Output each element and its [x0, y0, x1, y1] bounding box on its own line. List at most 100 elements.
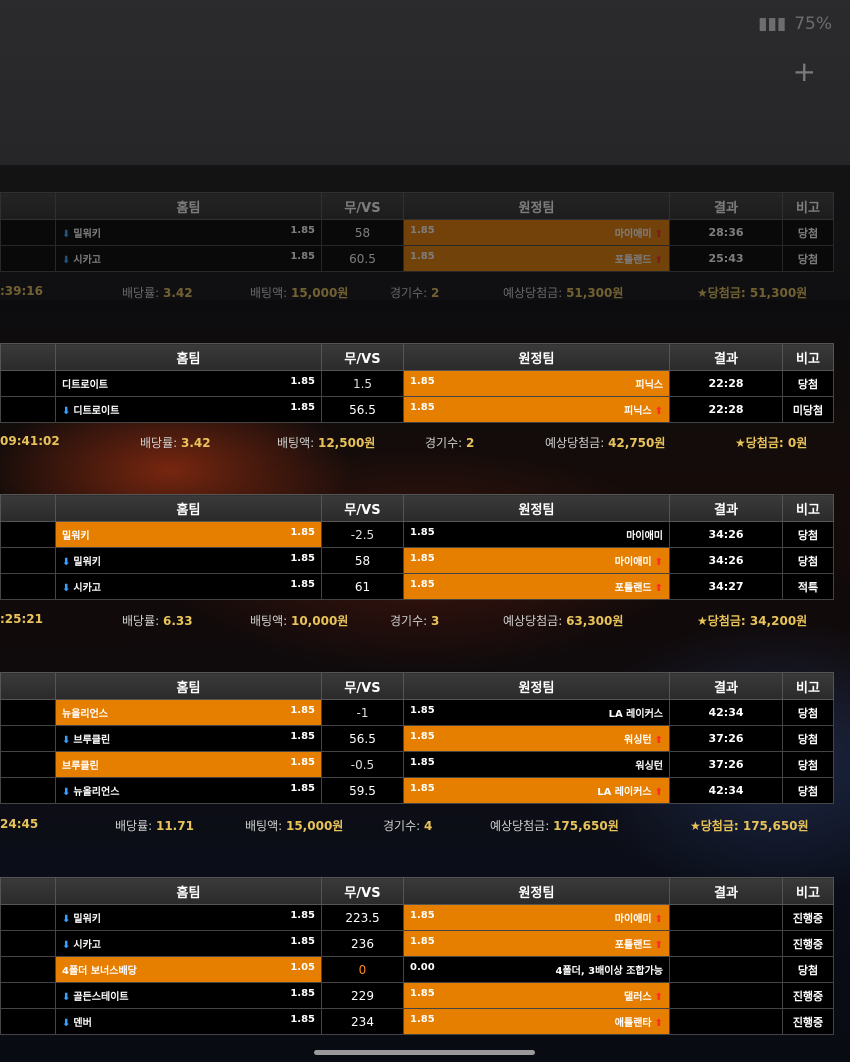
home-team-cell[interactable]: ⬇ 밀워키 1.85: [55, 904, 322, 931]
bet-row[interactable]: ⬇ 시카고 1.85 236 1.85 포틀랜드 ⬆ 진행중: [0, 930, 834, 957]
home-team-cell[interactable]: 뉴올리언스 1.85: [55, 699, 322, 726]
bet-row[interactable]: 디트로이트 1.85 1.5 1.85 피닉스 22:28 당첨: [0, 370, 834, 397]
away-team-cell[interactable]: 1.85 마이애미 ⬆: [403, 904, 670, 931]
odds-total-label: 배당률:: [122, 614, 163, 628]
home-team-name: 디트로이트: [62, 380, 108, 391]
away-odds: 1.85: [410, 225, 435, 236]
score-cell: [669, 904, 783, 931]
bet-row[interactable]: ⬇ 시카고 1.85 60.5 1.85 포틀랜드 ⬆ 25:43 당첨: [0, 245, 834, 272]
away-team-cell[interactable]: 1.85 피닉스: [403, 370, 670, 397]
header-vs: 무/VS: [321, 494, 404, 522]
vs-cell[interactable]: 59.5: [321, 777, 404, 804]
add-icon[interactable]: +: [793, 55, 816, 88]
home-odds: 1.85: [290, 783, 315, 794]
header-result: 결과: [669, 192, 783, 220]
home-odds: 1.85: [290, 225, 315, 236]
home-team-name: ⬇ 밀워키: [62, 229, 101, 240]
status-bar: ▮▮▮ 75%: [758, 14, 832, 34]
home-team-cell[interactable]: ⬇ 시카고 1.85: [55, 245, 322, 272]
home-team-cell[interactable]: ⬇ 디트로이트 1.85: [55, 396, 322, 423]
home-team-cell[interactable]: ⬇ 밀워키 1.85: [55, 547, 322, 574]
vs-cell[interactable]: 56.5: [321, 725, 404, 752]
bet-table: 홈팀 무/VS 원정팀 결과 비고 디트로이트 1.85 1.5 1.85 피닉스 22:28 당첨 ⬇…: [0, 343, 834, 423]
away-team-cell[interactable]: 1.85 애틀랜타 ⬆: [403, 1008, 670, 1035]
away-team-cell[interactable]: 1.85 마이애미 ⬆: [403, 547, 670, 574]
table-header-row: 홈팀 무/VS 원정팀 결과 비고: [0, 877, 834, 905]
home-odds: 1.85: [290, 402, 315, 413]
home-team-cell[interactable]: 디트로이트 1.85: [55, 370, 322, 397]
vs-cell[interactable]: 1.5: [321, 370, 404, 397]
bet-row[interactable]: ⬇ 디트로이트 1.85 56.5 1.85 피닉스 ⬆ 22:28 미당첨: [0, 396, 834, 423]
bet-slip: 홈팀 무/VS 원정팀 결과 비고 밀워키 1.85 -2.5 1.85 마이애미 34:26 당첨 ⬇…: [0, 494, 834, 600]
home-team-cell[interactable]: 밀워키 1.85: [55, 521, 322, 548]
score-cell: 37:26: [669, 751, 783, 778]
away-odds: 1.85: [410, 553, 435, 564]
bet-row[interactable]: ⬇ 덴버 1.85 234 1.85 애틀랜타 ⬆ 진행중: [0, 1008, 834, 1035]
bet-row[interactable]: ⬇ 브루클린 1.85 56.5 1.85 워싱턴 ⬆ 37:26 당첨: [0, 725, 834, 752]
row-blank: [0, 219, 56, 246]
bet-row[interactable]: ⬇ 시카고 1.85 61 1.85 포틀랜드 ⬆ 34:27 적특: [0, 573, 834, 600]
bet-time: :25:21: [0, 612, 43, 626]
row-blank: [0, 547, 56, 574]
down-arrow-icon: ⬇: [62, 1018, 71, 1029]
away-team-cell[interactable]: 1.85 포틀랜드 ⬆: [403, 245, 670, 272]
home-team-cell[interactable]: ⬇ 골든스테이트 1.85: [55, 982, 322, 1009]
away-team-cell[interactable]: 1.85 워싱턴: [403, 751, 670, 778]
up-arrow-icon: ⬆: [654, 406, 663, 417]
vs-cell[interactable]: -2.5: [321, 521, 404, 548]
home-indicator[interactable]: [314, 1050, 535, 1055]
bet-row[interactable]: ⬇ 골든스테이트 1.85 229 1.85 댈러스 ⬆ 진행중: [0, 982, 834, 1009]
away-team-cell[interactable]: 1.85 워싱턴 ⬆: [403, 725, 670, 752]
bet-table: 홈팀 무/VS 원정팀 결과 비고 뉴올리언스 1.85 -1 1.85 LA 레이커스 42:34…: [0, 672, 834, 804]
vs-cell[interactable]: 0: [321, 956, 404, 983]
away-team-cell[interactable]: 1.85 피닉스 ⬆: [403, 396, 670, 423]
bet-slip: 홈팀 무/VS 원정팀 결과 비고 뉴올리언스 1.85 -1 1.85 LA 레이커스 42:34…: [0, 672, 834, 804]
score-cell: 42:34: [669, 777, 783, 804]
home-team-cell[interactable]: ⬇ 덴버 1.85: [55, 1008, 322, 1035]
home-team-cell[interactable]: 브루클린 1.85: [55, 751, 322, 778]
away-odds: 1.85: [410, 1014, 435, 1025]
home-team-cell[interactable]: ⬇ 브루클린 1.85: [55, 725, 322, 752]
away-team-cell[interactable]: 1.85 LA 레이커스 ⬆: [403, 777, 670, 804]
away-team-cell[interactable]: 1.85 댈러스 ⬆: [403, 982, 670, 1009]
away-team-cell[interactable]: 1.85 마이애미: [403, 521, 670, 548]
vs-cell[interactable]: 60.5: [321, 245, 404, 272]
bet-row[interactable]: ⬇ 밀워키 1.85 58 1.85 마이애미 ⬆ 28:36 당첨: [0, 219, 834, 246]
bet-row[interactable]: 뉴올리언스 1.85 -1 1.85 LA 레이커스 42:34 당첨: [0, 699, 834, 726]
expected-payout-label: 예상당첨금:: [545, 436, 609, 450]
home-team-cell[interactable]: 4폴더 보너스배당 1.05: [55, 956, 322, 983]
vs-cell[interactable]: 229: [321, 982, 404, 1009]
vs-cell[interactable]: 223.5: [321, 904, 404, 931]
away-team-cell[interactable]: 1.85 포틀랜드 ⬆: [403, 930, 670, 957]
odds-total-label: 배당률:: [140, 436, 181, 450]
bet-row[interactable]: 브루클린 1.85 -0.5 1.85 워싱턴 37:26 당첨: [0, 751, 834, 778]
header-blank: [0, 343, 56, 371]
header-home: 홈팀: [55, 192, 322, 220]
bet-row[interactable]: ⬇ 밀워키 1.85 223.5 1.85 마이애미 ⬆ 진행중: [0, 904, 834, 931]
row-blank: [0, 521, 56, 548]
status-badge: 진행중: [782, 904, 834, 931]
bet-row[interactable]: 밀워키 1.85 -2.5 1.85 마이애미 34:26 당첨: [0, 521, 834, 548]
home-team-cell[interactable]: ⬇ 시카고 1.85: [55, 573, 322, 600]
vs-cell[interactable]: 56.5: [321, 396, 404, 423]
away-team-cell[interactable]: 1.85 마이애미 ⬆: [403, 219, 670, 246]
vs-cell[interactable]: 61: [321, 573, 404, 600]
away-team-cell[interactable]: 1.85 포틀랜드 ⬆: [403, 573, 670, 600]
vs-cell[interactable]: 234: [321, 1008, 404, 1035]
won-amount-label: ★당첨금:: [735, 436, 788, 450]
vs-cell[interactable]: -0.5: [321, 751, 404, 778]
bet-row[interactable]: ⬇ 뉴올리언스 1.85 59.5 1.85 LA 레이커스 ⬆ 42:34 당첨: [0, 777, 834, 804]
vs-cell[interactable]: 58: [321, 547, 404, 574]
vs-cell[interactable]: 58: [321, 219, 404, 246]
won-amount: ★당첨금: 0원: [735, 436, 808, 450]
home-team-cell[interactable]: ⬇ 밀워키 1.85: [55, 219, 322, 246]
home-team-cell[interactable]: ⬇ 시카고 1.85: [55, 930, 322, 957]
vs-cell[interactable]: -1: [321, 699, 404, 726]
vs-cell[interactable]: 236: [321, 930, 404, 957]
away-team-cell[interactable]: 0.00 4폴더, 3배이상 조합가능: [403, 956, 670, 983]
bet-row[interactable]: ⬇ 밀워키 1.85 58 1.85 마이애미 ⬆ 34:26 당첨: [0, 547, 834, 574]
stake-amount: 배팅액: 15,000원: [250, 286, 349, 300]
bet-row[interactable]: 4폴더 보너스배당 1.05 0 0.00 4폴더, 3배이상 조합가능 당첨: [0, 956, 834, 983]
home-team-cell[interactable]: ⬇ 뉴올리언스 1.85: [55, 777, 322, 804]
away-team-cell[interactable]: 1.85 LA 레이커스: [403, 699, 670, 726]
